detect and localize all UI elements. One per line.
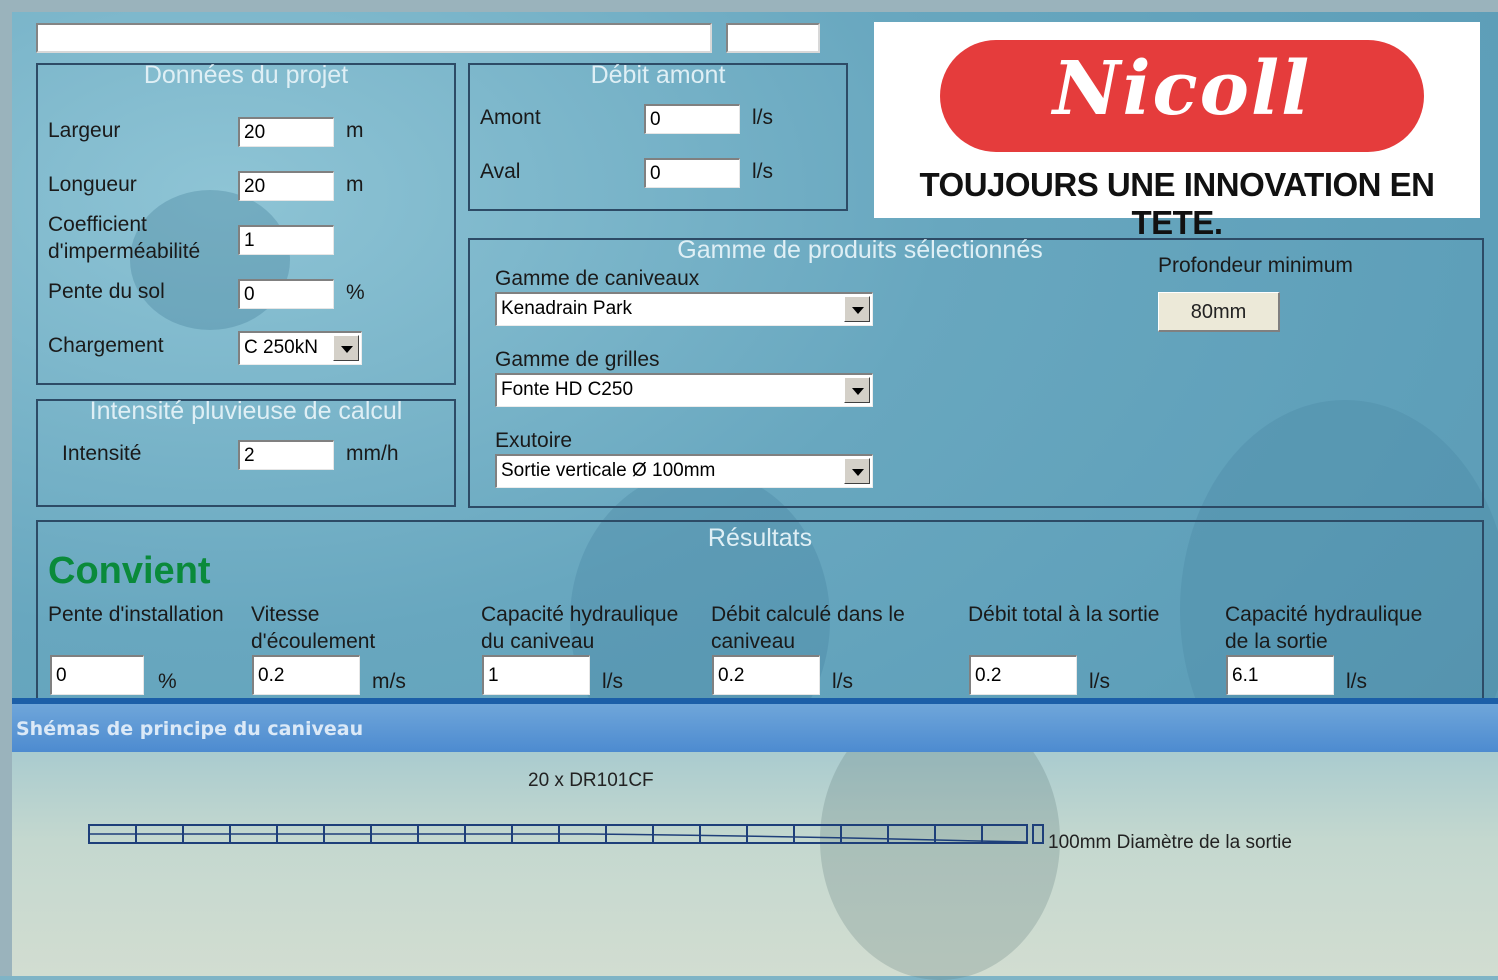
longueur-label: Longueur <box>48 173 137 196</box>
coefficient-input[interactable] <box>238 225 334 255</box>
aval-unit: l/s <box>752 160 773 183</box>
channel-count-label: 20 x DR101CF <box>528 770 654 791</box>
intensite-input[interactable] <box>238 440 334 470</box>
largeur-input[interactable] <box>238 117 334 147</box>
longueur-unit: m <box>346 173 364 196</box>
capacite-sortie-input[interactable] <box>1226 655 1334 695</box>
profondeur-value: 80mm <box>1158 292 1280 332</box>
schema-title: Shémas de principe du caniveau <box>16 718 364 740</box>
chargement-select[interactable]: C 250kN <box>238 331 362 365</box>
brand-logo-panel: Nicoll TOUJOURS UNE INNOVATION EN TETE. <box>874 22 1480 241</box>
outlet-label: 100mm Diamètre de la sortie <box>1048 832 1292 853</box>
schema-header: Shémas de principe du caniveau <box>12 704 1498 752</box>
pente-sol-input[interactable] <box>238 279 334 309</box>
debit-total-label: Débit total à la sortie <box>968 603 1160 626</box>
grilles-value: Fonte HD C250 <box>501 379 634 400</box>
amont-unit: l/s <box>752 106 773 129</box>
pente-installation-label: Pente d'installation <box>48 603 224 626</box>
group-title: Résultats <box>707 524 813 552</box>
capacite-sortie-label-2: de la sortie <box>1225 630 1328 653</box>
largeur-unit: m <box>346 119 364 142</box>
chevron-down-icon[interactable] <box>844 296 870 322</box>
coefficient-label: Coefficient <box>48 213 147 236</box>
capacite-sortie-unit: l/s <box>1346 670 1367 693</box>
group-title: Gamme de produits sélectionnés <box>677 236 1043 264</box>
intensite-unit: mm/h <box>346 442 399 465</box>
caniveaux-value: Kenadrain Park <box>501 298 632 319</box>
status-badge: Convient <box>48 550 211 592</box>
brand-logo-text: Nicoll <box>1052 46 1312 132</box>
vitesse-input[interactable] <box>252 655 360 695</box>
chevron-down-icon[interactable] <box>844 458 870 484</box>
upstream-flow-group: Débit amont <box>468 61 848 211</box>
caniveaux-select[interactable]: Kenadrain Park <box>495 292 873 326</box>
capacite-caniveau-label-2: du caniveau <box>481 630 595 653</box>
chargement-label: Chargement <box>48 334 164 357</box>
capacite-caniveau-input[interactable] <box>482 655 590 695</box>
capacite-sortie-label: Capacité hydraulique <box>1225 603 1423 626</box>
channel-diagram <box>88 824 1044 844</box>
amont-input[interactable] <box>644 104 740 134</box>
aval-label: Aval <box>480 160 521 183</box>
amont-label: Amont <box>480 106 541 129</box>
brand-logo: Nicoll <box>940 40 1424 152</box>
debit-calcule-input[interactable] <box>712 655 820 695</box>
group-title: Débit amont <box>590 61 726 89</box>
capacite-caniveau-label: Capacité hydraulique <box>481 603 679 626</box>
caniveaux-label: Gamme de caniveaux <box>495 267 700 290</box>
vitesse-unit: m/s <box>372 670 406 693</box>
aval-input[interactable] <box>644 158 740 188</box>
group-title: Intensité pluvieuse de calcul <box>89 397 403 425</box>
chargement-value: C 250kN <box>244 337 318 358</box>
reference-field[interactable] <box>726 23 820 53</box>
debit-total-input[interactable] <box>969 655 1077 695</box>
debit-calcule-unit: l/s <box>832 670 853 693</box>
longueur-input[interactable] <box>238 171 334 201</box>
ecoulement-label: d'écoulement <box>251 630 376 653</box>
pente-installation-unit: % <box>158 670 177 693</box>
intensite-label: Intensité <box>62 442 142 465</box>
brand-slogan: TOUJOURS UNE INNOVATION EN TETE. <box>919 166 1435 241</box>
grilles-select[interactable]: Fonte HD C250 <box>495 373 873 407</box>
project-name-field[interactable] <box>36 23 712 53</box>
debit-calcule-label: Débit calculé dans le <box>711 603 905 626</box>
debit-calcule-label-2: caniveau <box>711 630 796 653</box>
group-title: Données du projet <box>143 61 349 89</box>
pente-sol-unit: % <box>346 281 365 304</box>
profondeur-label: Profondeur minimum <box>1158 254 1353 277</box>
debit-total-unit: l/s <box>1089 670 1110 693</box>
impermeabilite-label: d'imperméabilité <box>48 240 201 263</box>
grilles-label: Gamme de grilles <box>495 348 660 371</box>
exutoire-select[interactable]: Sortie verticale Ø 100mm <box>495 454 873 488</box>
vitesse-label: Vitesse <box>251 603 320 626</box>
chevron-down-icon[interactable] <box>333 335 359 361</box>
exutoire-value: Sortie verticale Ø 100mm <box>501 460 716 481</box>
pente-installation-input[interactable] <box>50 655 144 695</box>
largeur-label: Largeur <box>48 119 121 142</box>
exutoire-label: Exutoire <box>495 429 573 452</box>
chevron-down-icon[interactable] <box>844 377 870 403</box>
pente-sol-label: Pente du sol <box>48 280 165 303</box>
capacite-caniveau-unit: l/s <box>602 670 623 693</box>
